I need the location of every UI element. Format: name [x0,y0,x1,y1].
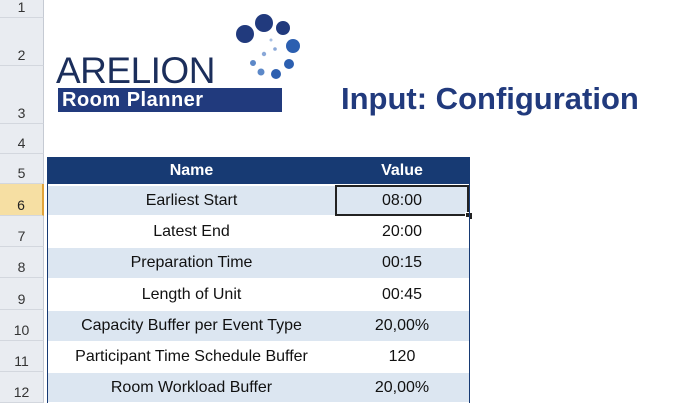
row-header-4[interactable]: 4 [0,124,44,154]
row-header-7[interactable]: 7 [0,216,44,247]
name-cell[interactable]: Capacity Buffer per Event Type [48,311,335,341]
row-number: 11 [14,353,29,369]
value-cell-selected[interactable]: 08:00 [335,185,469,216]
name-cell[interactable]: Length of Unit [48,279,335,310]
row-number: 6 [17,197,25,213]
name-cell[interactable]: Earliest Start [48,186,335,215]
row-number: 1 [17,0,26,15]
row-number: 3 [17,105,26,121]
name-cell[interactable]: Room Workload Buffer [48,373,335,402]
row-number: 5 [17,165,26,181]
row-number: 4 [17,135,26,151]
header-value[interactable]: Value [335,157,469,184]
value-cell[interactable]: 20,00% [335,311,469,341]
row-number: 7 [17,228,26,244]
row-header-1[interactable]: 1 [0,0,44,18]
row-header-3[interactable]: 3 [0,66,44,124]
header-name[interactable]: Name [48,157,335,184]
row-header-6[interactable]: 6 [0,184,44,216]
row-header-11[interactable]: 11 [0,341,44,372]
row-number: 9 [17,291,26,307]
row-header-9[interactable]: 9 [0,278,44,310]
page-title: Input: Configuration [341,81,639,116]
arelion-logo: ARELION Room Planner [56,14,300,116]
logo-subtitle: Room Planner [58,88,282,112]
row-number: 2 [17,47,26,63]
value-cell[interactable]: 120 [335,342,469,372]
row-header-12[interactable]: 12 [0,372,44,403]
row-header-2[interactable]: 2 [0,18,44,66]
row-header-8[interactable]: 8 [0,247,44,278]
name-cell[interactable]: Preparation Time [48,248,335,278]
name-cell[interactable]: Latest End [48,217,335,247]
row-number: 8 [17,259,26,275]
row-header-10[interactable]: 10 [0,310,44,341]
spreadsheet: 1 2 3 4 5 6 7 8 9 10 11 12 ARELION Room … [0,0,691,403]
name-cell[interactable]: Participant Time Schedule Buffer [48,342,335,372]
table-right-border [469,157,470,403]
value-cell[interactable]: 20:00 [335,217,469,247]
dots-logo-icon [236,14,300,79]
row-number: 10 [13,322,30,338]
logo-brand-text: ARELION [56,50,215,91]
row-number: 12 [13,384,30,400]
table-left-border [47,157,48,403]
value-cell[interactable]: 00:15 [335,248,469,278]
value-cell[interactable]: 20,00% [335,373,469,402]
value-cell[interactable]: 00:45 [335,279,469,310]
row-header-5[interactable]: 5 [0,154,44,184]
